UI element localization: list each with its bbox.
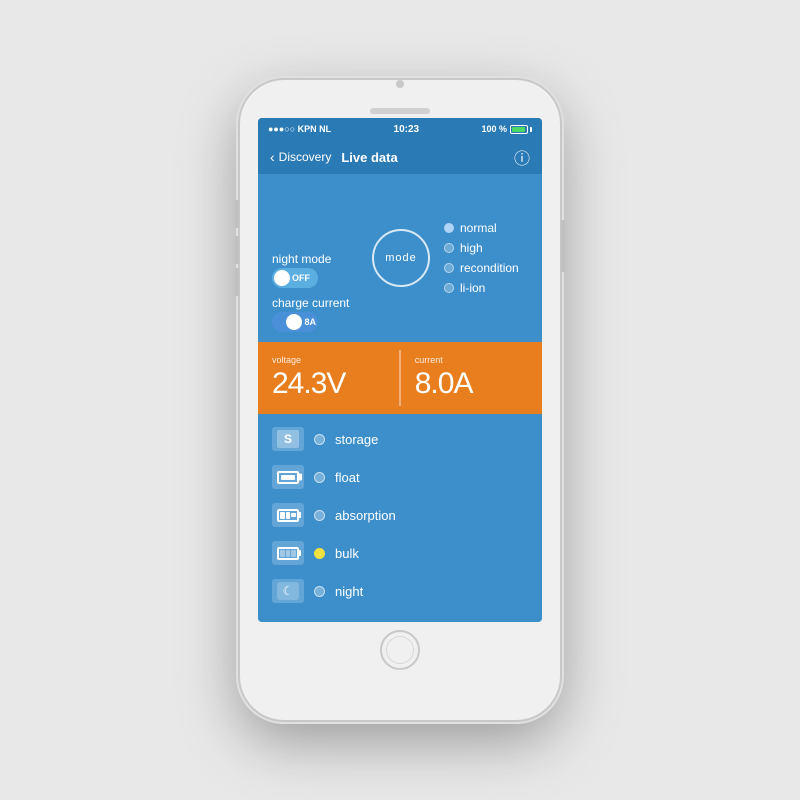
top-section: night mode OFF charge current [258,174,542,342]
back-label: Discovery [279,150,332,164]
absorption-label: absorption [335,508,396,523]
option-label-high: high [460,241,483,255]
absorption-dot [314,510,325,521]
bulk-dot [314,548,325,559]
option-recondition[interactable]: recondition [444,261,528,275]
current-label: current [415,355,528,365]
float-label: float [335,470,360,485]
home-button[interactable] [380,630,420,670]
bulk-label: bulk [335,546,359,561]
back-arrow-icon: ‹ [270,149,275,165]
status-item-float[interactable]: float [272,460,528,494]
back-button[interactable]: ‹ Discovery [270,149,331,165]
voltage-block: voltage 24.3V [258,342,399,414]
charge-current-label: charge current [272,296,356,310]
option-dot-recondition [444,263,454,273]
battery-icon [510,125,532,134]
night-mode-toggle[interactable]: OFF [272,268,318,288]
charge-current-value: 8A [304,317,316,327]
left-controls: night mode OFF charge current [272,184,356,332]
nav-bar: ‹ Discovery Live data ⓘ [258,140,542,174]
current-value: 8.0A [415,367,528,401]
absorption-icon [272,503,304,527]
metrics-section: voltage 24.3V current 8.0A [258,342,542,414]
time-label: 10:23 [394,124,420,135]
mode-circle[interactable]: mode [372,229,430,287]
right-options: normal high recondition li-ion [436,184,528,332]
option-li-ion[interactable]: li-ion [444,281,528,295]
night-dot [314,586,325,597]
option-dot-li-ion [444,283,454,293]
option-high[interactable]: high [444,241,528,255]
current-block: current 8.0A [401,342,542,414]
status-bar: ●●●○○ KPN NL 10:23 100 % [258,118,542,140]
night-mode-label: night mode [272,252,356,266]
charge-current-toggle[interactable]: 8A [272,312,318,332]
float-icon [272,465,304,489]
night-mode-value: OFF [292,273,310,283]
storage-icon: S [272,427,304,451]
phone-frame: ●●●○○ KPN NL 10:23 100 % ‹ Discovery Liv… [240,80,560,720]
info-button[interactable]: ⓘ [514,145,530,169]
speaker [370,108,430,114]
charge-current-group: charge current 8A [272,296,356,332]
status-item-night[interactable]: ☾ night [272,574,528,608]
storage-dot [314,434,325,445]
option-dot-normal [444,223,454,233]
status-item-absorption[interactable]: absorption [272,498,528,532]
voltage-label: voltage [272,355,385,365]
carrier-label: ●●●○○ KPN NL [268,124,331,134]
status-item-bulk[interactable]: bulk [272,536,528,570]
mode-circle-area: mode [366,184,436,332]
option-label-normal: normal [460,221,497,235]
home-button-inner [386,636,414,664]
screen: ●●●○○ KPN NL 10:23 100 % ‹ Discovery Liv… [258,118,542,622]
option-label-recondition: recondition [460,261,519,275]
night-icon: ☾ [272,579,304,603]
status-section: S storage float [258,414,542,622]
option-normal[interactable]: normal [444,221,528,235]
camera [396,80,404,88]
status-right: 100 % [481,124,532,134]
battery-percent: 100 % [481,124,507,134]
bulk-icon [272,541,304,565]
main-content: night mode OFF charge current [258,174,542,622]
nav-title: Live data [341,150,397,165]
float-dot [314,472,325,483]
night-label: night [335,584,363,599]
voltage-value: 24.3V [272,367,385,401]
storage-label: storage [335,432,378,447]
night-mode-group: night mode OFF [272,252,356,288]
status-item-storage[interactable]: S storage [272,422,528,456]
mode-label: mode [385,252,417,264]
option-dot-high [444,243,454,253]
option-label-li-ion: li-ion [460,281,485,295]
